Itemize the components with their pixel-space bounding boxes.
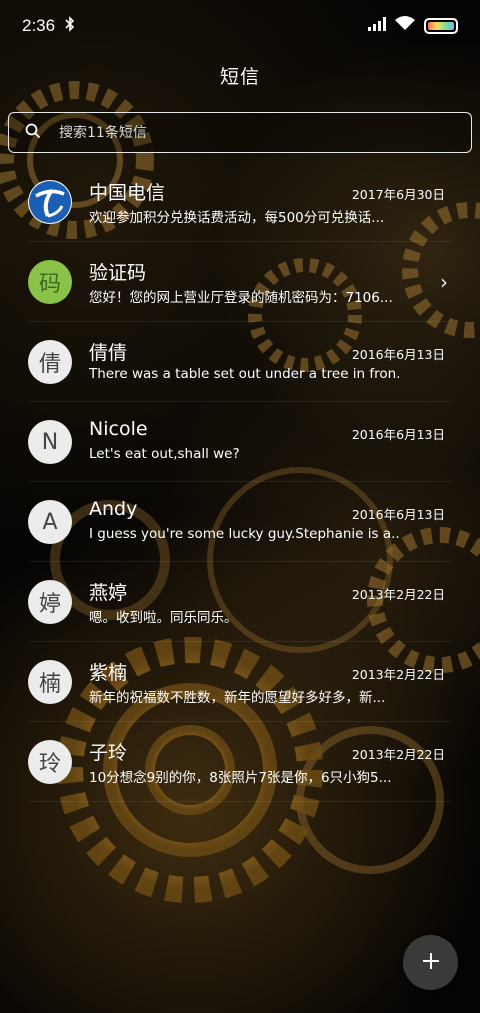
wifi-icon [395, 16, 415, 35]
avatar: 码 [28, 260, 72, 304]
page-title: 短信 [219, 66, 260, 88]
search-icon [25, 123, 41, 143]
contact-name: Nicole [89, 418, 148, 440]
conversation-item[interactable]: A Andy 2016年6月13日 I guess you're some lu… [0, 482, 480, 562]
signal-icon [368, 16, 386, 35]
plus-icon [422, 952, 440, 974]
message-preview: I guess you're some lucky guy.Stephanie … [89, 526, 399, 542]
chevron-right-icon[interactable]: › [440, 270, 448, 294]
avatar: 倩 [28, 340, 72, 384]
avatar: N [28, 420, 72, 464]
status-bar: 2:36 [0, 0, 480, 52]
avatar: 玲 [28, 740, 72, 784]
contact-name: 倩倩 [89, 342, 128, 364]
search-input[interactable] [59, 124, 439, 141]
clock: 2:36 [22, 16, 56, 35]
bluetooth-icon [65, 16, 75, 36]
search-bar[interactable] [8, 112, 472, 153]
message-preview: 您好！您的网上营业厅登录的随机密码为：7106... [89, 290, 393, 306]
contact-name: Andy [89, 498, 138, 520]
message-date: 2016年6月13日 [351, 347, 445, 362]
conversation-item[interactable]: 中国电信 2017年6月30日 欢迎参加积分兑换话费活动，每500分可兑换话..… [0, 162, 480, 242]
conversation-list: 中国电信 2017年6月30日 欢迎参加积分兑换话费活动，每500分可兑换话..… [0, 162, 480, 802]
message-date: 2016年6月13日 [351, 427, 445, 442]
china-telecom-logo-avatar [28, 180, 72, 224]
contact-name: 紫楠 [89, 662, 128, 684]
contact-name: 燕婷 [89, 582, 128, 604]
avatar: A [28, 500, 72, 544]
new-message-button[interactable] [403, 935, 458, 990]
message-preview: 嗯。收到啦。同乐同乐。 [89, 610, 238, 626]
conversation-item[interactable]: 婷 燕婷 2013年2月22日 嗯。收到啦。同乐同乐。 [0, 562, 480, 642]
conversation-item[interactable]: N Nicole 2016年6月13日 Let's eat out,shall … [0, 402, 480, 482]
message-preview: 欢迎参加积分兑换话费活动，每500分可兑换话... [89, 210, 385, 226]
contact-name: 子玲 [89, 742, 128, 764]
avatar: 婷 [28, 580, 72, 624]
conversation-item[interactable]: 玲 子玲 2013年2月22日 10分想念9别的你，8张照片7张是你，6只小狗5… [0, 722, 480, 802]
avatar: 楠 [28, 660, 72, 704]
message-date: 2013年2月22日 [351, 667, 445, 682]
message-preview: 新年的祝福数不胜数，新年的愿望好多好多，新... [89, 690, 386, 706]
conversation-item[interactable]: 倩 倩倩 2016年6月13日 There was a table set ou… [0, 322, 480, 402]
message-preview: There was a table set out under a tree i… [89, 366, 399, 382]
message-date: 2013年2月22日 [351, 747, 445, 762]
conversation-item[interactable]: 码 验证码 › 您好！您的网上营业厅登录的随机密码为：7106... [0, 242, 480, 322]
conversation-item[interactable]: 楠 紫楠 2013年2月22日 新年的祝福数不胜数，新年的愿望好多好多，新... [0, 642, 480, 722]
message-date: 2016年6月13日 [351, 507, 445, 522]
message-date: 2017年6月30日 [351, 187, 445, 202]
contact-name: 中国电信 [89, 182, 166, 204]
message-date: 2013年2月22日 [351, 587, 445, 602]
contact-name: 验证码 [89, 262, 147, 284]
message-preview: Let's eat out,shall we? [89, 446, 240, 462]
battery-icon [424, 17, 458, 34]
message-preview: 10分想念9别的你，8张照片7张是你，6只小狗5... [89, 770, 392, 786]
